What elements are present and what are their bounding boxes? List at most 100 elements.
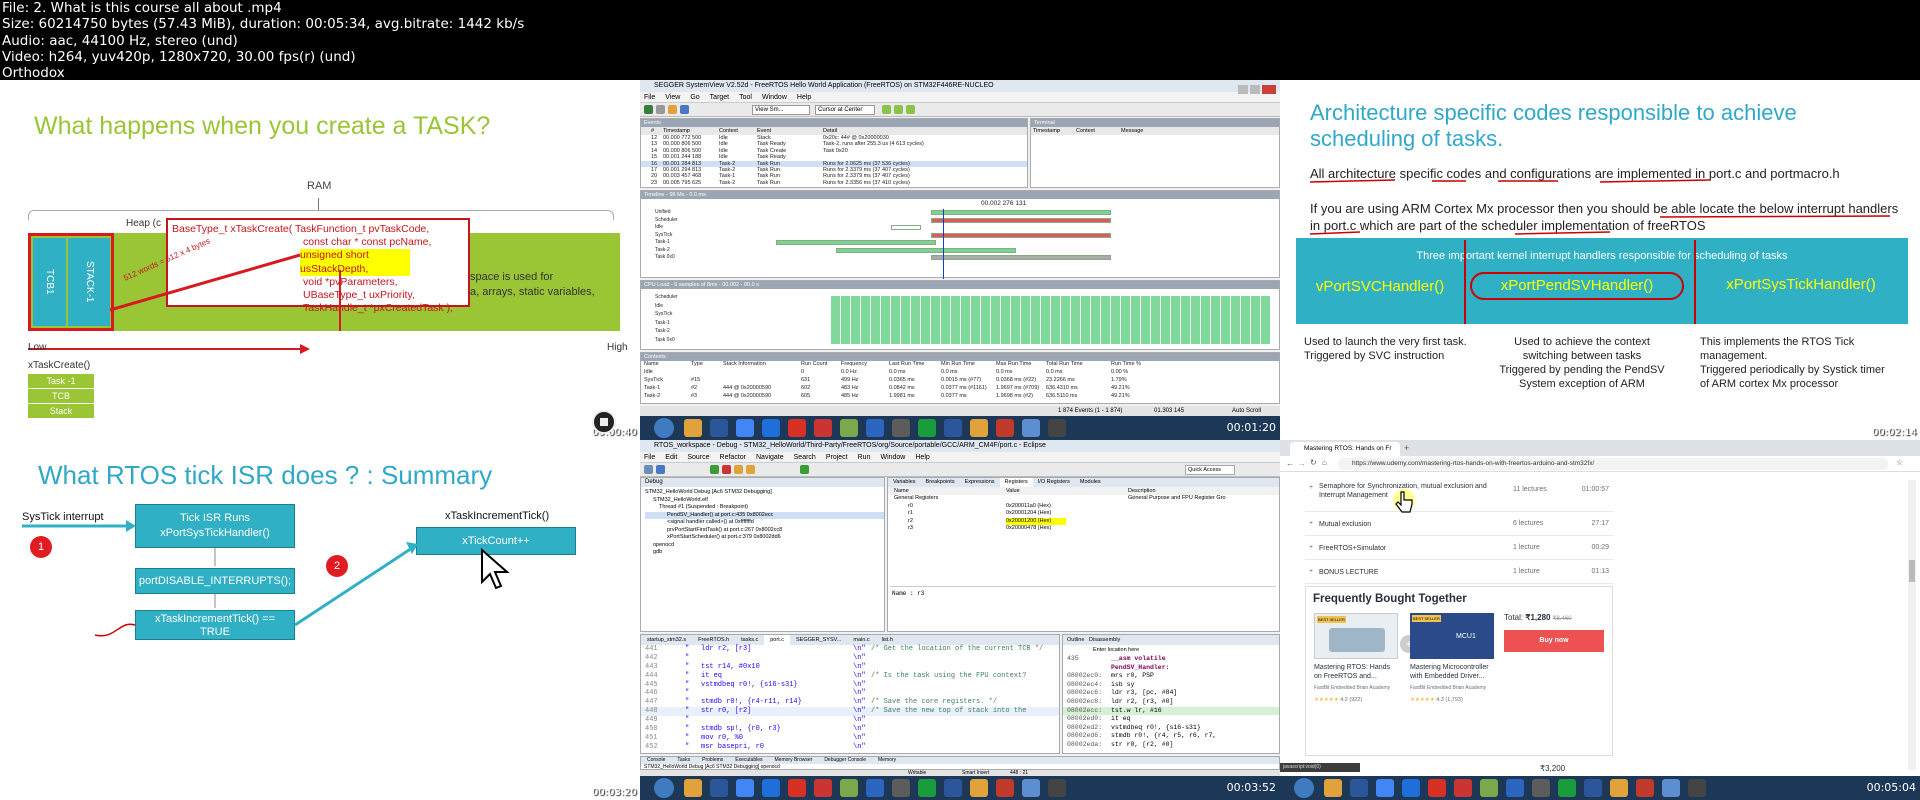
taskbar-app-icon[interactable] (866, 419, 884, 437)
back-icon[interactable]: ← (1286, 459, 1294, 468)
debug-tree-item[interactable]: gdb (645, 549, 884, 557)
menu-help[interactable]: Help (915, 454, 929, 461)
taskbar-app-icon[interactable] (1558, 779, 1576, 797)
menu-file[interactable]: File (644, 454, 655, 461)
taskbar-app-icon[interactable] (736, 779, 754, 797)
taskbar-app-icon[interactable] (762, 779, 780, 797)
menu-window[interactable]: Window (762, 94, 787, 101)
taskbar-app-icon[interactable] (1662, 779, 1680, 797)
taskbar-app-icon[interactable] (840, 779, 858, 797)
registers-tab[interactable]: I/O Registers (1033, 478, 1075, 487)
editor-tab[interactable]: main.c (847, 635, 875, 645)
taskbar-app-icon[interactable] (684, 779, 702, 797)
debug-tree-item[interactable]: Thread #1 (Suspended : Breakpoint) (645, 504, 884, 512)
course1-thumb[interactable]: BEST SELLER (1314, 613, 1398, 659)
register-row[interactable]: General Registers General Purpose and FPU… (888, 495, 1279, 503)
taskbar-app-icon[interactable] (996, 419, 1014, 437)
editor-tab[interactable]: list.h (876, 635, 899, 645)
debug-tree-item[interactable]: PendSV_Handler() at port.c:435 0x8002ecc (645, 511, 884, 519)
console-tab[interactable]: Executables (729, 757, 768, 764)
register-row[interactable]: r2 0x20001200 (Hex) (888, 517, 1279, 525)
debug-tree-item[interactable]: <signal handler called>() at 0xfffffffd (645, 519, 884, 527)
register-row[interactable]: r0 0x200011a0 (Hex) (888, 503, 1279, 511)
start-icon[interactable] (654, 418, 674, 438)
menu-tool[interactable]: Tool (739, 94, 752, 101)
editor-tab[interactable]: SEGGER_SYSV... (790, 635, 847, 645)
debug-tree-item[interactable]: openocd (645, 542, 884, 550)
save-icon[interactable] (680, 105, 689, 114)
taskbar-app-icon[interactable] (788, 419, 806, 437)
taskbar-app-icon[interactable] (1454, 779, 1472, 797)
star-icon[interactable]: ☆ (1896, 458, 1903, 467)
taskbar-app-icon[interactable] (1022, 419, 1040, 437)
taskbar-app-icon[interactable] (788, 779, 806, 797)
new-tab-icon[interactable]: + (1404, 443, 1409, 453)
taskbar-app-icon[interactable] (944, 419, 962, 437)
taskbar-app-icon[interactable] (710, 419, 728, 437)
taskbar-app-icon[interactable] (1688, 779, 1706, 797)
timeline-cursor[interactable] (943, 209, 944, 279)
taskbar-app-icon[interactable] (1532, 779, 1550, 797)
register-row[interactable]: r1 0x20001204 (Hex) (888, 510, 1279, 518)
curriculum-section[interactable]: + FreeRTOS+Simulator 1 lecture 00:29 (1305, 536, 1613, 560)
course2-title[interactable]: Mastering Microcontroller with Embedded D… (1410, 663, 1489, 681)
taskbar-app-icon[interactable] (1022, 779, 1040, 797)
debug-tree-item[interactable]: STM32_HelloWorld.elf (645, 497, 884, 505)
taskbar-app-icon[interactable] (762, 419, 780, 437)
registers-tab[interactable]: Expressions (960, 478, 1000, 487)
tab-disassembly[interactable]: Disassembly (1089, 637, 1120, 643)
taskbar-app-icon[interactable] (1506, 779, 1524, 797)
menu-help[interactable]: Help (797, 94, 811, 101)
course2-thumb[interactable]: BEST SELLER MCU1 (1410, 613, 1494, 659)
taskbar-app-icon[interactable] (1584, 779, 1602, 797)
editor-tab[interactable]: tasks.c (735, 635, 764, 645)
debug-tree-item[interactable]: prvPortStartFirstTask() at port.c:267 0x… (645, 527, 884, 535)
console-tab[interactable]: Memory (872, 757, 902, 764)
cursor-select[interactable]: Cursor at Center (815, 105, 875, 115)
forward-icon[interactable]: → (1298, 459, 1306, 468)
editor-tab[interactable]: startup_stm32.s (641, 635, 692, 645)
menu-project[interactable]: Project (826, 454, 848, 461)
browser-tab[interactable]: Mastering RTOS: Hands on Fr (1290, 442, 1400, 456)
debug-tree-item[interactable]: xPortStartScheduler() at port.c:379 0x80… (645, 534, 884, 542)
taskbar-app-icon[interactable] (1048, 779, 1066, 797)
menu-file[interactable]: File (644, 94, 655, 101)
menu-go[interactable]: Go (690, 94, 699, 101)
taskbar-app-icon[interactable] (944, 779, 962, 797)
taskbar-app-icon[interactable] (840, 419, 858, 437)
console-tab[interactable]: Memory Browser (769, 757, 819, 764)
stop-icon[interactable] (656, 105, 665, 114)
taskbar-app-icon[interactable] (1636, 779, 1654, 797)
url-field[interactable]: https://www.udemy.com/mastering-rtos-han… (1338, 458, 1888, 470)
taskbar-app-icon[interactable] (1376, 779, 1394, 797)
tab-outline[interactable]: Outline (1067, 637, 1084, 643)
taskbar-app-icon[interactable] (814, 779, 832, 797)
taskbar-app-icon[interactable] (1324, 779, 1342, 797)
buy-now-button[interactable]: Buy now (1504, 630, 1604, 652)
menu-search[interactable]: Search (794, 454, 816, 461)
console-tab[interactable]: Console (641, 757, 671, 764)
step-over-icon[interactable] (746, 465, 755, 474)
scrollbar[interactable] (1908, 480, 1916, 770)
start-icon[interactable] (654, 778, 674, 798)
maximize-icon[interactable] (1250, 85, 1260, 94)
console-tab[interactable]: Problems (696, 757, 729, 764)
taskbar-app-icon[interactable] (892, 419, 910, 437)
menu-target[interactable]: Target (710, 94, 729, 101)
menu-source[interactable]: Source (687, 454, 709, 461)
registers-tab[interactable]: Breakpoints (921, 478, 960, 487)
new-icon[interactable] (644, 465, 653, 474)
taskbar-app-icon[interactable] (1350, 779, 1368, 797)
taskbar-app-icon[interactable] (814, 419, 832, 437)
taskbar-app-icon[interactable] (1610, 779, 1628, 797)
debug-icon[interactable] (800, 465, 809, 474)
taskbar-app-icon[interactable] (1480, 779, 1498, 797)
taskbar-app-icon[interactable] (970, 779, 988, 797)
code-area[interactable]: 441 ldr r2, [r3] " \n" 442 " \n" 443 tst r14, #0… (641, 645, 1059, 752)
reload-icon[interactable]: ↻ (1310, 458, 1317, 467)
taskbar-app-icon[interactable] (918, 419, 936, 437)
menu-view[interactable]: View (665, 94, 680, 101)
zoom-in-icon[interactable] (882, 105, 891, 114)
location-field[interactable]: Enter location here (1063, 645, 1279, 655)
registers-tab[interactable]: Variables (888, 478, 921, 487)
